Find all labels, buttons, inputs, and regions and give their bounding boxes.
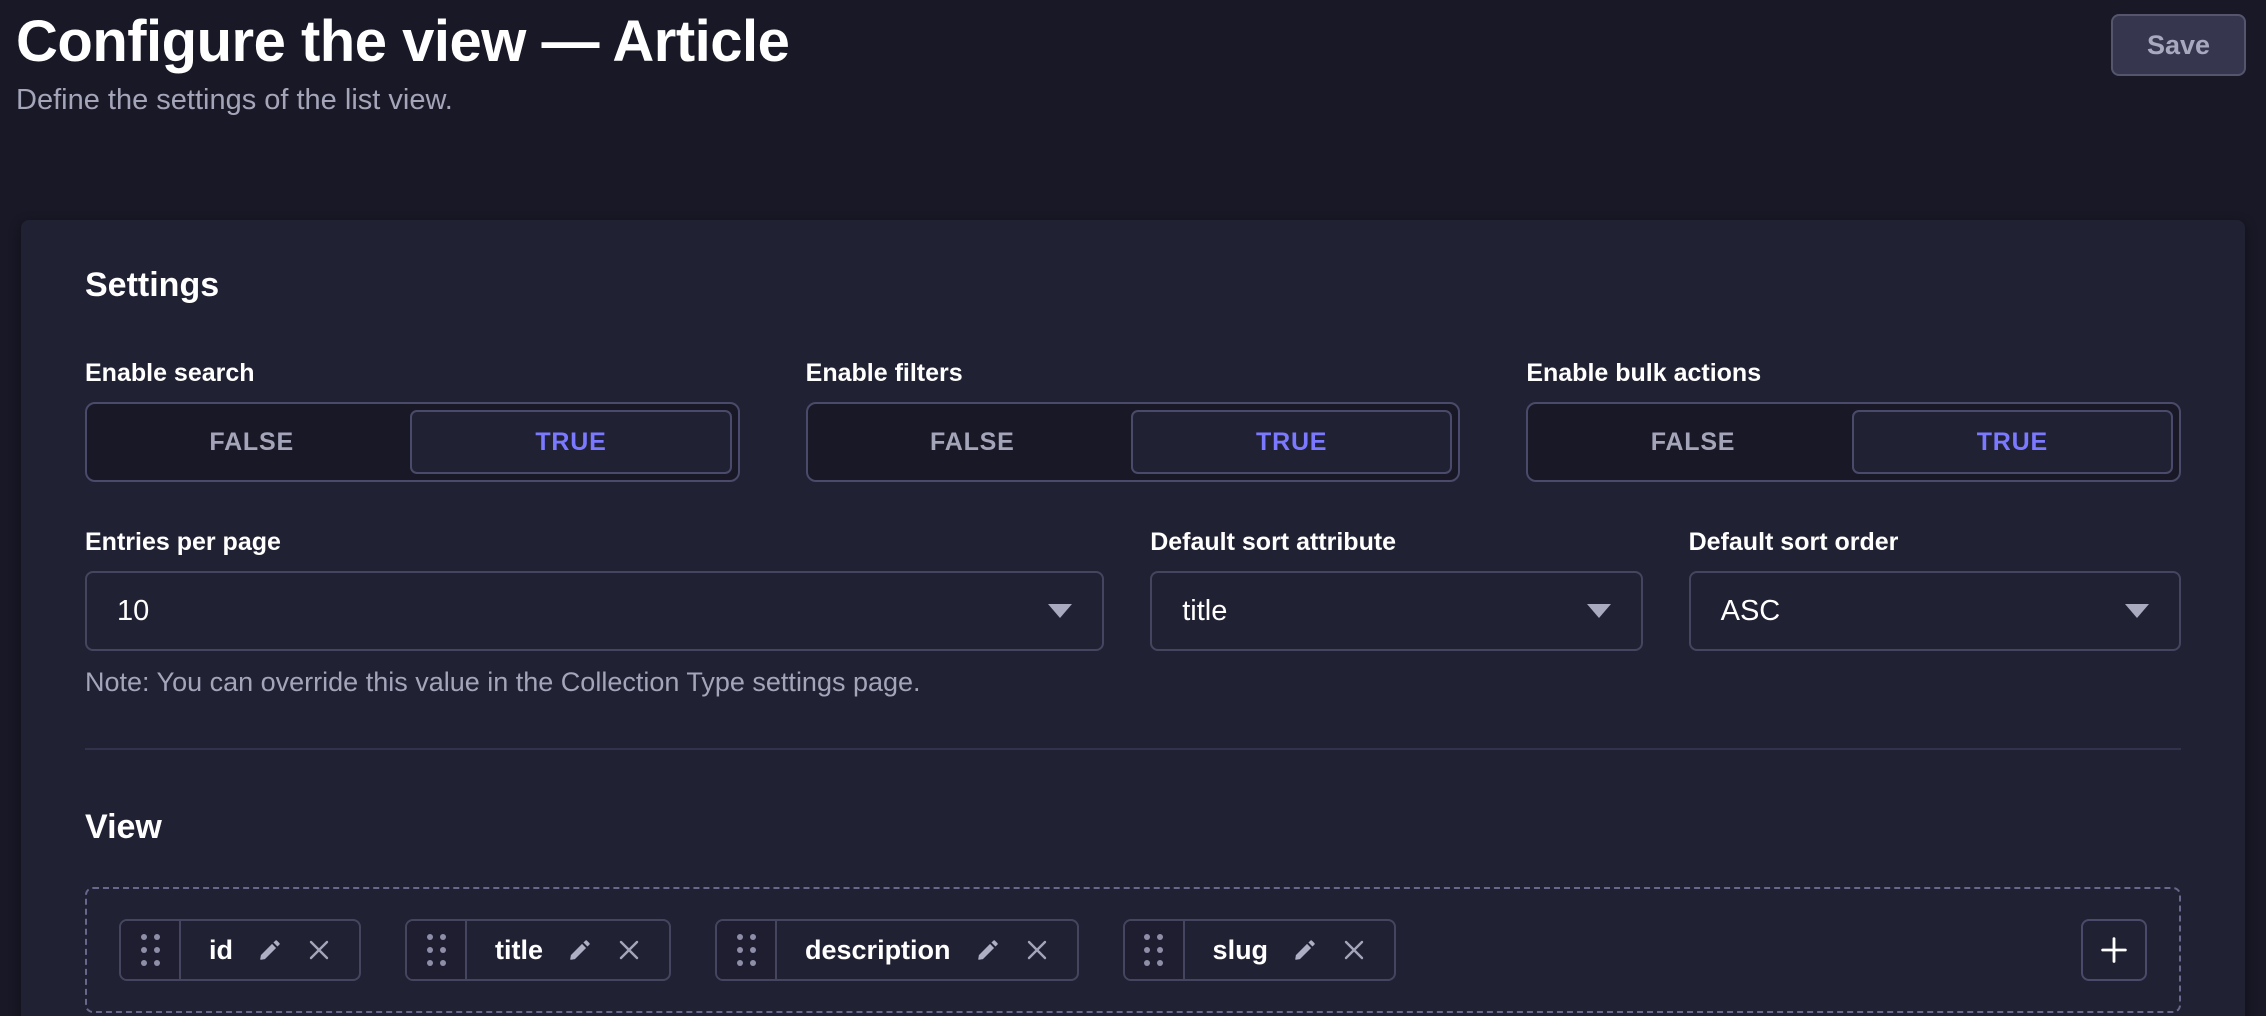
enable-search-toggle: FALSE TRUE: [85, 402, 740, 482]
drag-handle-icon[interactable]: [407, 921, 467, 979]
pencil-icon: [1292, 937, 1318, 963]
field-chip-description[interactable]: description: [715, 919, 1079, 981]
add-field-button[interactable]: [2081, 919, 2147, 981]
default-sort-order-field: Default sort order ASC: [1689, 528, 2181, 698]
save-button[interactable]: Save: [2111, 14, 2246, 76]
field-label: Enable filters: [806, 359, 1461, 388]
edit-field-button[interactable]: [257, 937, 283, 963]
entries-per-page-field: Entries per page 10 Note: You can overri…: [85, 528, 1104, 698]
chevron-down-icon: [1048, 604, 1072, 618]
field-chip-label: id: [209, 935, 233, 966]
close-icon[interactable]: [307, 938, 331, 962]
chevron-down-icon: [2125, 604, 2149, 618]
toggle-field-enable-filters: Enable filters FALSE TRUE: [806, 359, 1461, 482]
settings-card: Settings Enable search FALSE TRUE Enable…: [21, 220, 2245, 1016]
select-value: title: [1182, 595, 1227, 628]
drag-handle-icon[interactable]: [121, 921, 181, 979]
entries-per-page-hint: Note: You can override this value in the…: [85, 667, 1104, 698]
toggle-true-option[interactable]: TRUE: [1131, 410, 1452, 474]
section-divider: [85, 748, 2181, 750]
edit-field-button[interactable]: [1292, 937, 1318, 963]
field-label: Default sort attribute: [1150, 528, 1642, 557]
pencil-icon: [257, 937, 283, 963]
edit-field-button[interactable]: [975, 937, 1001, 963]
page-title: Configure the view — Article: [16, 10, 789, 74]
section-title-view: View: [85, 808, 2181, 847]
default-sort-attribute-field: Default sort attribute title: [1150, 528, 1642, 698]
page-header: Configure the view — Article Define the …: [0, 0, 2266, 118]
field-chip-id[interactable]: id: [119, 919, 361, 981]
field-label: Enable bulk actions: [1526, 359, 2181, 388]
toggle-false-option[interactable]: FALSE: [1534, 410, 1851, 474]
enable-bulk-actions-toggle: FALSE TRUE: [1526, 402, 2181, 482]
section-title-settings: Settings: [85, 266, 2181, 305]
field-label: Entries per page: [85, 528, 1104, 557]
field-label: Default sort order: [1689, 528, 2181, 557]
field-label: Enable search: [85, 359, 740, 388]
default-sort-attribute-select[interactable]: title: [1150, 571, 1642, 651]
toggles-row: Enable search FALSE TRUE Enable filters …: [85, 359, 2181, 482]
field-chip-title[interactable]: title: [405, 919, 671, 981]
field-chip-label: description: [805, 935, 951, 966]
enable-filters-toggle: FALSE TRUE: [806, 402, 1461, 482]
entries-per-page-select[interactable]: 10: [85, 571, 1104, 651]
page-subtitle: Define the settings of the list view.: [16, 82, 789, 118]
field-chip-label: slug: [1213, 935, 1269, 966]
field-chip-label: title: [495, 935, 543, 966]
close-icon[interactable]: [617, 938, 641, 962]
default-sort-order-select[interactable]: ASC: [1689, 571, 2181, 651]
selects-row: Entries per page 10 Note: You can overri…: [85, 528, 2181, 698]
toggle-true-option[interactable]: TRUE: [410, 410, 731, 474]
toggle-field-enable-search: Enable search FALSE TRUE: [85, 359, 740, 482]
toggle-field-enable-bulk-actions: Enable bulk actions FALSE TRUE: [1526, 359, 2181, 482]
pencil-icon: [567, 937, 593, 963]
select-value: 10: [117, 595, 149, 628]
field-layout-container: id title: [85, 887, 2181, 1013]
toggle-false-option[interactable]: FALSE: [93, 410, 410, 474]
close-icon[interactable]: [1025, 938, 1049, 962]
toggle-true-option[interactable]: TRUE: [1852, 410, 2173, 474]
configure-view-page: Configure the view — Article Define the …: [0, 0, 2266, 1016]
drag-handle-icon[interactable]: [1125, 921, 1185, 979]
field-chip-slug[interactable]: slug: [1123, 919, 1397, 981]
drag-handle-icon[interactable]: [717, 921, 777, 979]
edit-field-button[interactable]: [567, 937, 593, 963]
chevron-down-icon: [1587, 604, 1611, 618]
header-titles: Configure the view — Article Define the …: [16, 10, 789, 118]
pencil-icon: [975, 937, 1001, 963]
close-icon[interactable]: [1342, 938, 1366, 962]
select-value: ASC: [1721, 595, 1781, 628]
toggle-false-option[interactable]: FALSE: [814, 410, 1131, 474]
plus-icon: [2097, 933, 2131, 967]
